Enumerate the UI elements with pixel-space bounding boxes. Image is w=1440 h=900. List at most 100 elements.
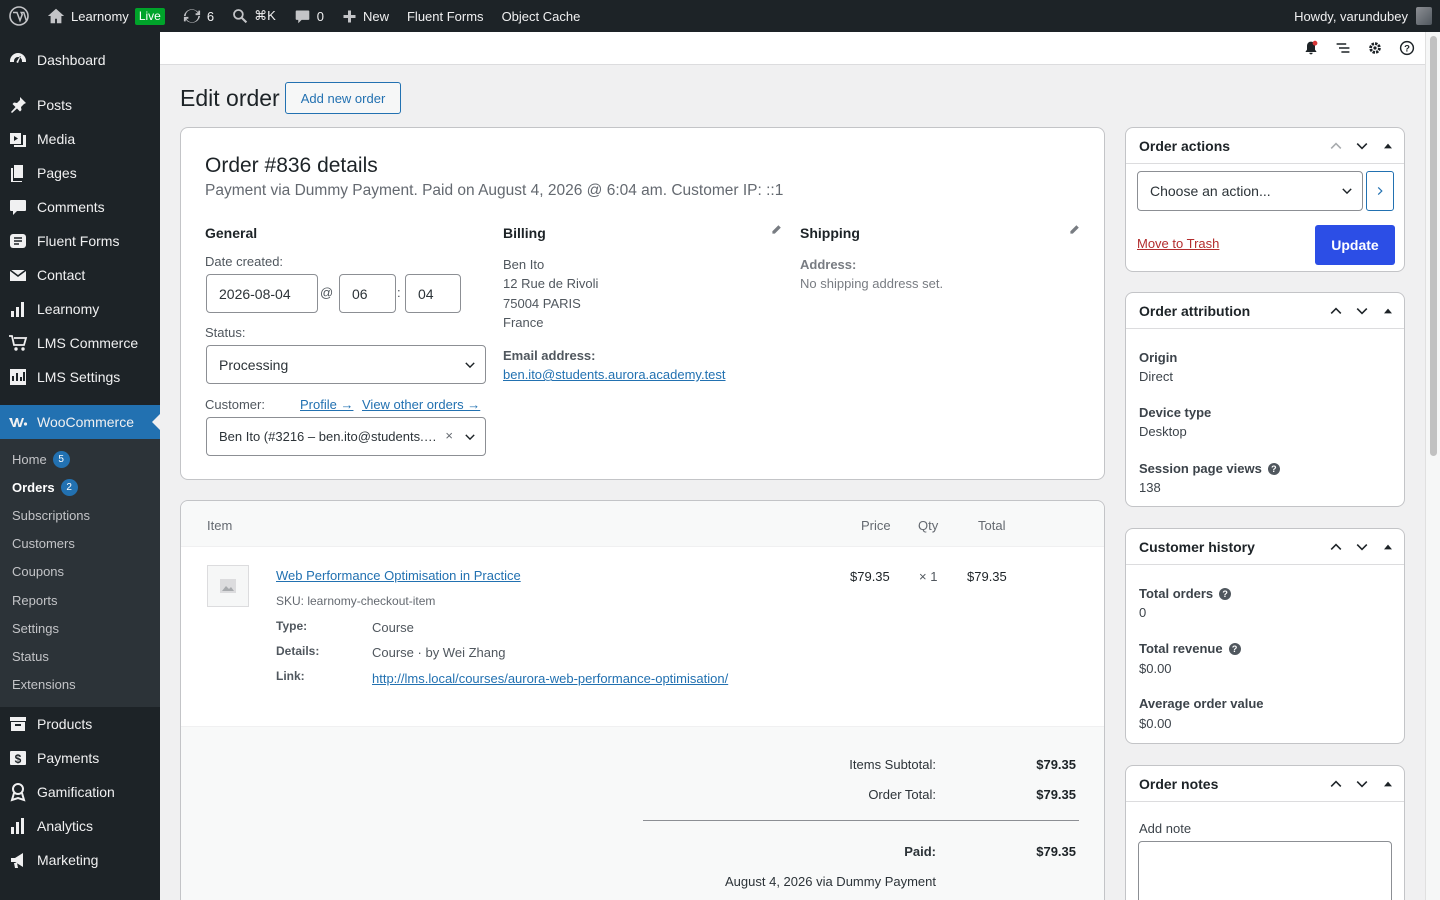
fluent-forms-label: Fluent Forms xyxy=(406,8,484,24)
award-icon xyxy=(10,782,26,802)
sidebar-item-label: WooCommerce xyxy=(37,414,134,430)
items-subtotal-value: $79.35 xyxy=(1036,757,1076,772)
customer-select[interactable]: Ben Ito (#3216 – ben.ito@students.… × xyxy=(206,417,486,456)
paid-value: $79.35 xyxy=(1036,844,1076,859)
item-qty: × 1 xyxy=(919,569,938,584)
avatar[interactable] xyxy=(1416,7,1432,25)
average-order-value-label: Average order value xyxy=(1139,696,1264,711)
hour-input[interactable]: 06 xyxy=(339,274,396,313)
sidebar-item-lms-commerce[interactable]: LMS Commerce xyxy=(0,326,160,360)
help-icon[interactable]: ? xyxy=(1399,40,1415,56)
order-action-select[interactable]: Choose an action... xyxy=(1137,171,1363,211)
list-icon[interactable] xyxy=(1335,40,1351,56)
chevron-down-icon[interactable] xyxy=(1354,539,1370,555)
submenu-item-reports[interactable]: Reports xyxy=(0,586,160,614)
add-new-order-button[interactable]: Add new order xyxy=(285,82,401,114)
submenu-item-orders[interactable]: Orders 2 xyxy=(0,473,160,501)
course-link[interactable]: http://lms.local/courses/aurora-web-perf… xyxy=(372,671,728,686)
chevron-down-icon[interactable] xyxy=(1354,138,1370,154)
sidebar-item-gamification[interactable]: Gamification xyxy=(0,775,160,809)
help-icon[interactable]: ? xyxy=(1267,462,1280,475)
gear-icon[interactable] xyxy=(1367,40,1383,56)
sidebar-item-products[interactable]: Products xyxy=(0,707,160,741)
comments-menu[interactable]: 0 xyxy=(285,0,333,32)
chevron-down-icon xyxy=(465,433,475,440)
submenu-item-coupons[interactable]: Coupons xyxy=(0,558,160,586)
submenu-item-status[interactable]: Status xyxy=(0,642,160,670)
sidebar-item-fluent-forms[interactable]: Fluent Forms xyxy=(0,224,160,258)
wordpress-logo-icon[interactable] xyxy=(0,0,38,32)
submenu-item-extensions[interactable]: Extensions xyxy=(0,671,160,699)
site-name-menu[interactable]: Learnomy Live xyxy=(38,0,174,32)
submenu-item-customers[interactable]: Customers xyxy=(0,530,160,558)
edit-shipping-icon[interactable] xyxy=(1068,224,1080,236)
sidebar-item-pages[interactable]: Pages xyxy=(0,156,160,190)
toggle-panel-icon[interactable] xyxy=(1380,303,1396,319)
item-total: $79.35 xyxy=(967,569,1007,584)
search-shortcut: ⌘K xyxy=(254,8,276,23)
chevron-up-icon[interactable] xyxy=(1328,539,1344,555)
item-column-header: Item xyxy=(207,518,233,533)
meta-details-value: Course · by Wei Zhang xyxy=(372,645,506,660)
toggle-panel-icon[interactable] xyxy=(1380,776,1396,792)
update-button[interactable]: Update xyxy=(1315,225,1395,265)
toggle-panel-icon[interactable] xyxy=(1380,539,1396,555)
item-price: $79.35 xyxy=(850,569,890,584)
sidebar-item-label: Pages xyxy=(37,165,77,181)
view-other-orders-link[interactable]: View other orders → xyxy=(362,397,480,412)
sidebar-item-learnomy[interactable]: Learnomy xyxy=(0,292,160,326)
sidebar-item-media[interactable]: Media xyxy=(0,122,160,156)
sidebar-item-analytics[interactable]: Analytics xyxy=(0,809,160,843)
billing-name: Ben Ito xyxy=(503,257,545,272)
chevron-up-icon[interactable] xyxy=(1328,776,1344,792)
minute-input[interactable]: 04 xyxy=(405,274,461,313)
help-icon[interactable]: ? xyxy=(1228,642,1241,655)
sidebar-item-payments[interactable]: $ Payments xyxy=(0,741,160,775)
origin-label: Origin xyxy=(1139,350,1177,365)
meta-details-key: Details: xyxy=(276,644,320,658)
sidebar-item-marketing[interactable]: Marketing xyxy=(0,843,160,877)
help-icon[interactable]: ? xyxy=(1219,587,1232,600)
object-cache-menu[interactable]: Object Cache xyxy=(493,0,590,32)
submenu-item-subscriptions[interactable]: Subscriptions xyxy=(0,501,160,529)
updates-menu[interactable]: 6 xyxy=(174,0,223,32)
profile-link[interactable]: Profile → xyxy=(300,397,353,412)
fluent-forms-menu[interactable]: Fluent Forms xyxy=(398,0,493,32)
chevron-down-icon[interactable] xyxy=(1354,776,1370,792)
howdy-user[interactable]: Howdy, varundubey xyxy=(1294,9,1408,24)
product-name-link[interactable]: Web Performance Optimisation in Practice xyxy=(276,568,521,583)
status-select[interactable]: Processing xyxy=(206,345,486,384)
billing-email-link[interactable]: ben.ito@students.aurora.academy.test xyxy=(503,365,726,385)
sidebar-item-label: Gamification xyxy=(37,783,115,800)
customer-history-title: Customer history xyxy=(1139,538,1255,555)
chevron-up-icon[interactable] xyxy=(1328,303,1344,319)
edit-billing-icon[interactable] xyxy=(770,224,782,236)
chevron-down-icon[interactable] xyxy=(1354,303,1370,319)
add-note-textarea[interactable] xyxy=(1138,841,1392,900)
sidebar-item-dashboard[interactable]: Dashboard xyxy=(0,43,160,77)
submenu-item-settings[interactable]: Settings xyxy=(0,614,160,642)
toggle-panel-icon[interactable] xyxy=(1380,138,1396,154)
scrollbar-thumb[interactable] xyxy=(1430,36,1437,456)
clear-customer-icon[interactable]: × xyxy=(445,428,453,443)
sidebar-item-lms-settings[interactable]: LMS Settings xyxy=(0,360,160,394)
megaphone-icon xyxy=(11,852,23,868)
sidebar-item-woocommerce[interactable]: WooCommerce xyxy=(0,405,161,439)
average-order-value-label-text: Average order value xyxy=(1139,696,1264,711)
page-scrollbar[interactable] xyxy=(1425,32,1440,900)
date-created-input[interactable]: 2026-08-04 xyxy=(206,274,318,313)
chevron-up-icon[interactable] xyxy=(1328,138,1344,154)
new-content-menu[interactable]: New xyxy=(333,0,398,32)
order-action-value: Choose an action... xyxy=(1150,183,1271,199)
sidebar-item-contact[interactable]: Contact xyxy=(0,258,160,292)
live-badge: Live xyxy=(134,7,165,25)
search-menu[interactable]: ⌘K xyxy=(223,0,285,32)
move-to-trash-link[interactable]: Move to Trash xyxy=(1137,236,1219,251)
bell-icon[interactable] xyxy=(1303,40,1319,56)
sidebar-item-posts[interactable]: Posts xyxy=(0,88,160,122)
apply-action-button[interactable] xyxy=(1366,171,1394,211)
order-notes-header: Order notes xyxy=(1126,766,1404,802)
sidebar-item-comments[interactable]: Comments xyxy=(0,190,160,224)
date-created-label: Date created: xyxy=(205,254,284,269)
submenu-item-home[interactable]: Home 5 xyxy=(0,445,160,473)
